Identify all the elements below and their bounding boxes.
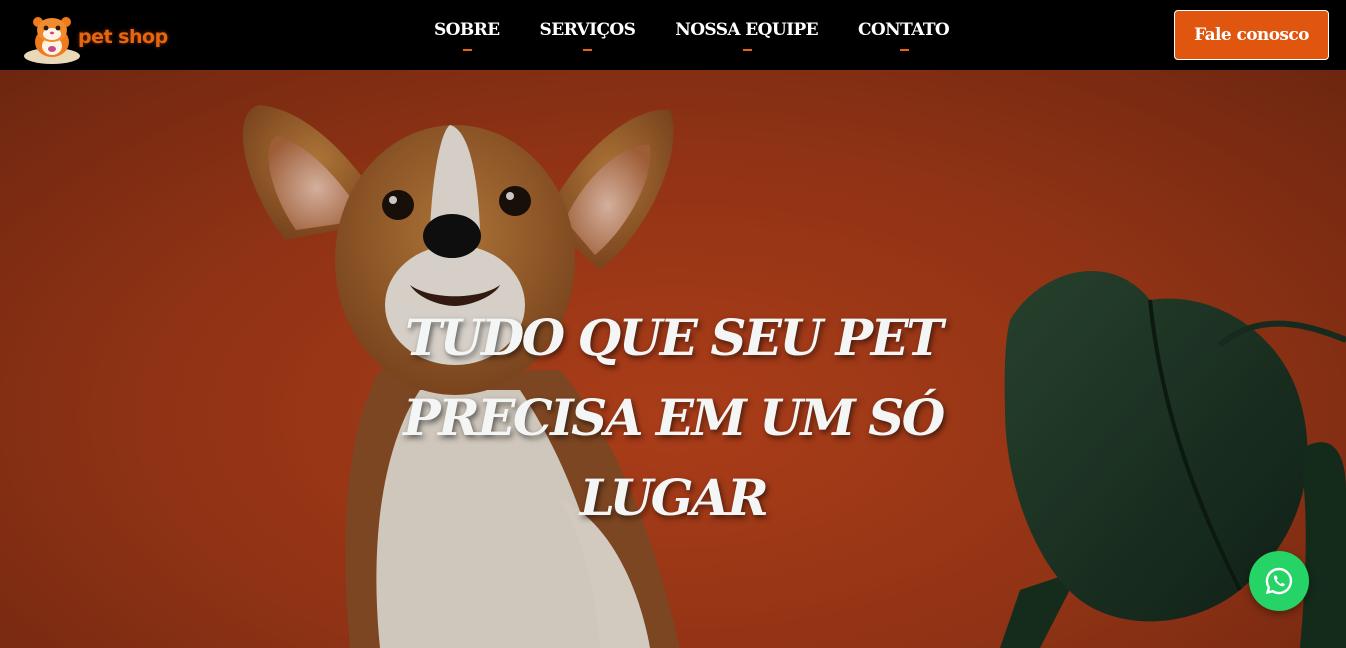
nav-label: CONTATO bbox=[858, 20, 950, 40]
nav-label: NOSSA EQUIPE bbox=[675, 20, 818, 40]
nav-item-nossa-equipe[interactable]: NOSSA EQUIPE bbox=[675, 20, 819, 51]
fale-conosco-button[interactable]: Fale conosco bbox=[1174, 10, 1329, 60]
nav-item-contato[interactable]: CONTATO bbox=[858, 20, 950, 51]
nav-item-servicos[interactable]: SERVIÇOS bbox=[539, 20, 636, 51]
nav-item-sobre[interactable]: SOBRE bbox=[434, 20, 500, 51]
hero-title: TUDO QUE SEU PET PRECISA EM UM SÓ LUGAR bbox=[403, 308, 945, 527]
nav-label: SERVIÇOS bbox=[539, 20, 636, 40]
main-nav: SOBRE SERVIÇOS NOSSA EQUIPE CONTATO bbox=[434, 20, 950, 51]
nav-underline bbox=[462, 49, 472, 51]
nav-label: SOBRE bbox=[434, 20, 500, 40]
whatsapp-icon bbox=[1265, 567, 1293, 595]
nav-underline bbox=[583, 49, 593, 51]
hero-section: TUDO QUE SEU PET PRECISA EM UM SÓ LUGAR bbox=[0, 70, 1346, 648]
hamster-mascot-icon bbox=[24, 17, 80, 64]
logo-text: pet shop bbox=[78, 26, 168, 48]
nav-underline bbox=[742, 49, 752, 51]
nav-underline bbox=[899, 49, 909, 51]
navbar: pet shop SOBRE SERVIÇOS NOSSA EQUIPE CON… bbox=[0, 0, 1346, 70]
whatsapp-button[interactable] bbox=[1249, 551, 1309, 611]
logo[interactable]: pet shop bbox=[22, 6, 172, 66]
